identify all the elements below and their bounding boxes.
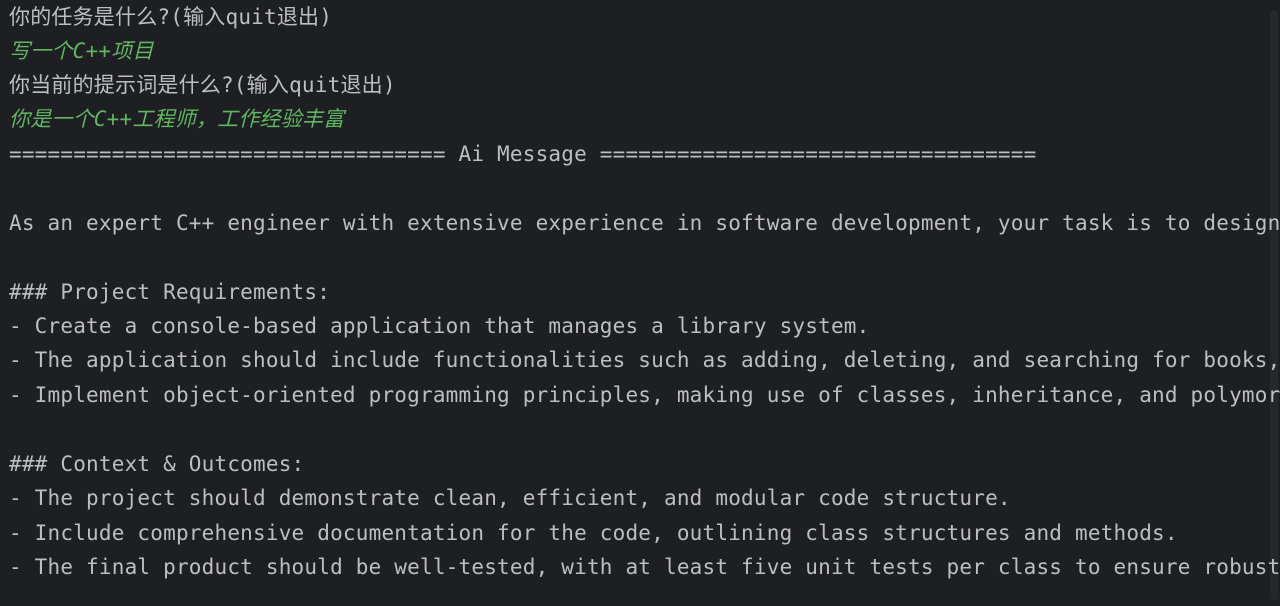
system-prompt-question: 你当前的提示词是什么?(输入quit退出) — [9, 73, 396, 97]
context-item: - The final product should be well-teste… — [9, 555, 1280, 579]
requirement-item: - Implement object-oriented programming … — [9, 383, 1280, 407]
context-item: - The project should demonstrate clean, … — [9, 486, 1011, 510]
task-prompt: 你的任务是什么?(输入quit退出) — [9, 5, 333, 29]
scrollbar-thumb[interactable] — [1270, 10, 1278, 600]
task-user-input: 写一个C++项目 — [9, 39, 154, 63]
context-heading: ### Context & Outcomes: — [9, 452, 305, 476]
ai-message-intro: As an expert C++ engineer with extensive… — [9, 211, 1280, 235]
requirement-item: - Create a console-based application tha… — [9, 314, 870, 338]
vertical-scrollbar[interactable] — [1268, 0, 1280, 606]
console-output[interactable]: 你的任务是什么?(输入quit退出) 写一个C++项目 你当前的提示词是什么?(… — [0, 0, 1280, 606]
requirement-item: - The application should include functio… — [9, 348, 1280, 372]
context-item: - Include comprehensive documentation fo… — [9, 521, 1178, 545]
ai-message-separator: ================================== Ai Me… — [9, 142, 1037, 166]
requirements-heading: ### Project Requirements: — [9, 280, 331, 304]
system-prompt-user-input: 你是一个C++工程师，工作经验丰富 — [9, 107, 345, 131]
